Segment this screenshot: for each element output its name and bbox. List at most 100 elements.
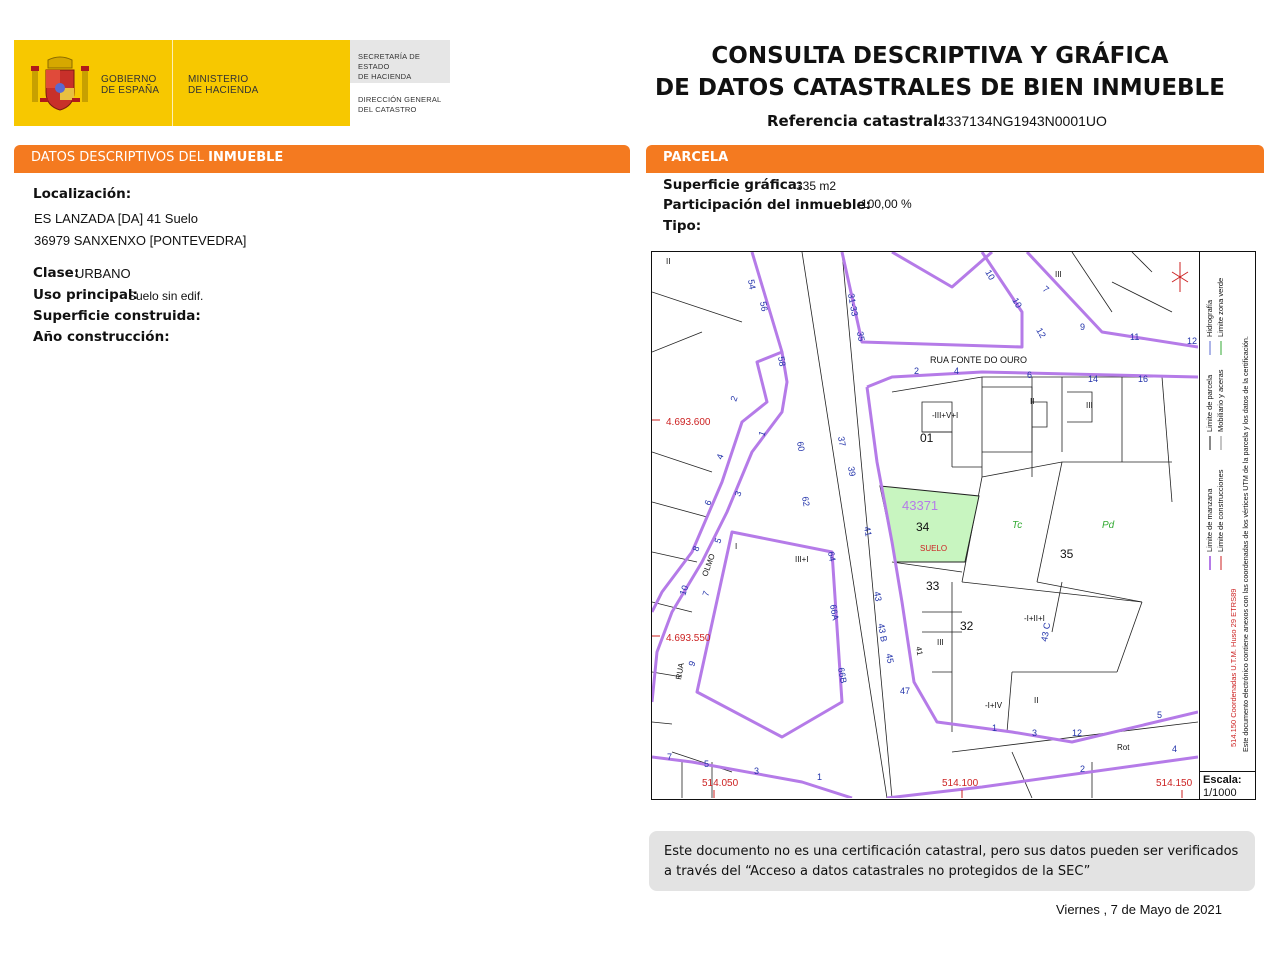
- svg-text:32: 32: [960, 619, 974, 633]
- svg-text:41: 41: [914, 646, 925, 657]
- logo-min-line1: MINISTERIO: [188, 74, 249, 85]
- logo-min-line2: DE HACIENDA: [188, 85, 259, 96]
- document-date: Viernes , 7 de Mayo de 2021: [1056, 902, 1222, 917]
- parcel-id-label: 43371: [902, 498, 938, 513]
- svg-text:41: 41: [862, 526, 874, 538]
- svg-text:54: 54: [746, 279, 758, 291]
- svg-text:3: 3: [754, 766, 759, 776]
- logo-divider: [172, 40, 173, 126]
- legend-mobiliario: Mobiliario y aceras: [1216, 369, 1225, 432]
- logo-sec-line2: DE HACIENDA: [358, 72, 412, 81]
- legend-drawing: Limite de manzana Limite de parcela Hidr…: [1205, 278, 1250, 752]
- svg-text:60: 60: [795, 441, 807, 453]
- legend-verde: Limite zona verde: [1216, 278, 1225, 337]
- svg-text:Rot: Rot: [1117, 743, 1130, 752]
- svg-text:6: 6: [702, 499, 713, 507]
- section-underline-left: [14, 171, 630, 173]
- logo-dg-line2: DEL CATASTRO: [358, 105, 417, 114]
- government-logo: GOBIERNO DE ESPAÑA MINISTERIO DE HACIEND…: [14, 40, 450, 126]
- svg-text:12: 12: [1072, 728, 1082, 738]
- svg-text:47: 47: [900, 686, 910, 696]
- logo-gobierno: GOBIERNO DE ESPAÑA: [101, 74, 159, 96]
- logo-gov-line1: GOBIERNO: [101, 74, 157, 85]
- svg-text:58: 58: [776, 356, 788, 368]
- svg-text:16: 16: [1138, 374, 1148, 384]
- svg-text:4: 4: [954, 366, 959, 376]
- svg-text:9: 9: [1080, 322, 1085, 332]
- superficie-grafica-label: Superficie gráfica:: [663, 177, 803, 193]
- superficie-grafica-value: 335 m2: [796, 179, 837, 193]
- coord-y-1: 4.693.600: [666, 417, 711, 428]
- street-rua-label: RUA: [674, 661, 686, 680]
- uso-label: Uso principal:: [33, 287, 138, 303]
- legend-construcciones: Limite de construcciones: [1216, 469, 1225, 552]
- svg-text:35: 35: [1060, 547, 1074, 561]
- participacion-label: Participación del inmueble:: [663, 197, 872, 213]
- svg-text:II: II: [1034, 696, 1038, 705]
- logo-gov-line2: DE ESPAÑA: [101, 85, 160, 96]
- svg-text:56: 56: [758, 301, 770, 313]
- coord-x-2: 514.100: [942, 778, 979, 789]
- svg-text:35: 35: [855, 331, 867, 343]
- svg-text:6: 6: [1027, 370, 1032, 380]
- section-parcela: PARCELA: [646, 145, 1264, 171]
- coat-of-arms-icon: [31, 56, 89, 111]
- svg-text:II: II: [1030, 397, 1034, 406]
- svg-text:43 C: 43 C: [1039, 621, 1052, 642]
- svg-text:12: 12: [1034, 326, 1048, 340]
- legend-note: Este documento electrónico contiene anex…: [1241, 336, 1250, 752]
- section-title-b: INMUEBLE: [208, 150, 284, 165]
- svg-text:12: 12: [1187, 336, 1197, 346]
- svg-text:9: 9: [686, 660, 697, 668]
- address-line2: 36979 SANXENXO [PONTEVEDRA]: [34, 233, 247, 248]
- logo-dg-line1: DIRECCIÓN GENERAL: [358, 95, 442, 104]
- coord-x-1: 514.050: [702, 778, 739, 789]
- title-line2: DE DATOS CATASTRALES DE BIEN INMUEBLE: [655, 75, 1225, 101]
- svg-text:14: 14: [1088, 374, 1098, 384]
- map-drawing: RUA FONTE DO OURO RUA OLMO 43371 34 SUEL…: [652, 252, 1198, 798]
- svg-text:5: 5: [1157, 710, 1162, 720]
- svg-text:7: 7: [667, 752, 672, 762]
- svg-text:2: 2: [728, 395, 739, 403]
- svg-text:43: 43: [872, 591, 884, 603]
- svg-text:43 B: 43 B: [876, 623, 889, 643]
- svg-text:4: 4: [1172, 744, 1177, 754]
- tipo-label: Tipo:: [663, 218, 702, 234]
- participacion-value: 100,00 %: [861, 197, 912, 211]
- svg-text:2: 2: [914, 366, 919, 376]
- reference-value: 4337134NG1943N0001UO: [938, 113, 1107, 129]
- svg-text:1: 1: [756, 430, 767, 438]
- svg-text:01: 01: [920, 431, 934, 445]
- map-scale: Escala: 1/1000: [1199, 771, 1255, 799]
- svg-text:31-33: 31-33: [846, 293, 860, 317]
- disclaimer-note: Este documento no es una certificación c…: [649, 831, 1255, 891]
- legend-parcela: Limite de parcela: [1205, 374, 1214, 432]
- svg-text:11: 11: [1130, 332, 1139, 342]
- svg-text:-I+II+I: -I+II+I: [1024, 614, 1045, 623]
- svg-text:39: 39: [846, 466, 858, 478]
- coord-x-3: 514.150: [1156, 778, 1193, 789]
- svg-text:64: 64: [826, 551, 838, 563]
- svg-text:II: II: [666, 257, 670, 266]
- svg-text:-III+V+I: -III+V+I: [932, 411, 958, 420]
- coord-y-2: 4.693.550: [666, 633, 711, 644]
- svg-text:III: III: [937, 638, 944, 647]
- street-top-label: RUA FONTE DO OURO: [930, 355, 1027, 365]
- address-line1: ES LANZADA [DA] 41 Suelo: [34, 211, 199, 226]
- logo-ministerio: MINISTERIO DE HACIENDA: [188, 74, 259, 96]
- section-descriptive-data: DATOS DESCRIPTIVOS DEL INMUEBLE: [14, 145, 630, 171]
- reference-row: Referencia catastral: 4337134NG1943N0001…: [767, 112, 1107, 130]
- scale-value: 1/1000: [1203, 787, 1237, 799]
- svg-text:Tc: Tc: [1012, 520, 1022, 531]
- title-line1: CONSULTA DESCRIPTIVA Y GRÁFICA: [711, 43, 1169, 69]
- logo-sec-line1: SECRETARÍA DE ESTADO: [358, 52, 421, 71]
- svg-text:7: 7: [700, 590, 711, 598]
- svg-text:-I+IV: -I+IV: [985, 701, 1003, 710]
- section-underline-right: [646, 171, 1264, 173]
- svg-text:66A: 66A: [828, 604, 841, 622]
- north-arrow-icon: [1171, 262, 1189, 292]
- svg-text:62: 62: [800, 496, 812, 508]
- svg-text:Pd: Pd: [1102, 520, 1115, 531]
- svg-text:III+I: III+I: [795, 555, 809, 564]
- street-olmo-label: OLMO: [700, 552, 717, 577]
